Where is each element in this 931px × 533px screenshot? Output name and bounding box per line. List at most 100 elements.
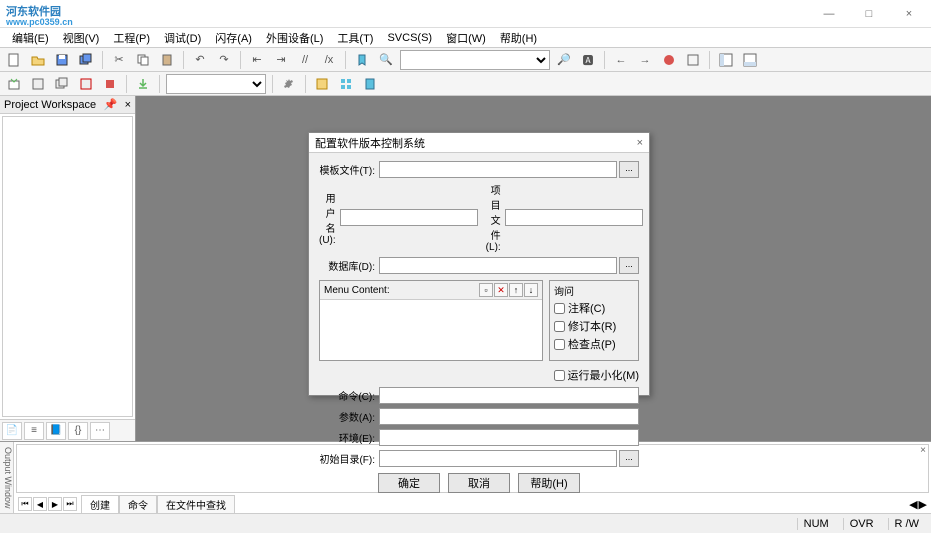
options-icon[interactable]	[279, 74, 299, 94]
output-tab-command[interactable]: 命令	[119, 495, 157, 513]
redo-icon[interactable]: ↷	[214, 50, 234, 70]
input-projfile[interactable]	[505, 209, 643, 226]
nav-back-icon[interactable]: ←	[611, 50, 631, 70]
out-scroll-right-icon[interactable]: ▶	[919, 498, 927, 511]
minimize-button[interactable]: —	[811, 2, 847, 26]
dialog-title: 配置软件版本控制系统	[315, 135, 425, 151]
label-menu-content: Menu Content:	[324, 285, 390, 296]
input-env[interactable]	[379, 429, 639, 446]
project-tree[interactable]	[2, 116, 133, 417]
out-nav-prev-icon[interactable]: ◀	[33, 497, 47, 511]
sidebar-pin-icon[interactable]: 📌	[103, 98, 117, 111]
browse-database-button[interactable]: ...	[619, 257, 639, 274]
input-params[interactable]	[379, 408, 639, 425]
find-in-files-icon[interactable]: 🔎	[554, 50, 574, 70]
debug-icon[interactable]	[659, 50, 679, 70]
comment-icon[interactable]: //	[295, 50, 315, 70]
window-output-icon[interactable]	[740, 50, 760, 70]
tab-files-icon[interactable]: 📄	[2, 422, 22, 440]
rebuild-icon[interactable]	[52, 74, 72, 94]
build-icon[interactable]	[28, 74, 48, 94]
file-ext-icon[interactable]	[312, 74, 332, 94]
mc-up-icon[interactable]: ↑	[509, 283, 523, 297]
mc-new-icon[interactable]: ▫	[479, 283, 493, 297]
input-command[interactable]	[379, 387, 639, 404]
input-initdir[interactable]	[379, 450, 617, 467]
label-initdir: 初始目录(F):	[319, 451, 379, 466]
menu-debug[interactable]: 调试(D)	[158, 28, 207, 48]
save-all-icon[interactable]	[76, 50, 96, 70]
menu-project[interactable]: 工程(P)	[107, 28, 156, 48]
menu-flash[interactable]: 闪存(A)	[209, 28, 258, 48]
find-combo[interactable]	[400, 50, 550, 70]
nav-forward-icon[interactable]: →	[635, 50, 655, 70]
open-file-icon[interactable]	[28, 50, 48, 70]
undo-icon[interactable]: ↶	[190, 50, 210, 70]
target-combo[interactable]	[166, 74, 266, 94]
checkbox-comment[interactable]	[554, 303, 565, 314]
browse-initdir-button[interactable]: ...	[619, 450, 639, 467]
menu-edit[interactable]: 编辑(E)	[6, 28, 55, 48]
indent-left-icon[interactable]: ⇤	[247, 50, 267, 70]
input-database[interactable]	[379, 257, 617, 274]
menu-help[interactable]: 帮助(H)	[494, 28, 543, 48]
build-target-icon[interactable]	[4, 74, 24, 94]
query-group: 询问 注释(C) 修订本(R) 检查点(P)	[549, 280, 639, 361]
tab-books-icon[interactable]: 📘	[46, 422, 66, 440]
input-username[interactable]	[340, 209, 478, 226]
label-database: 数据库(D):	[319, 258, 379, 273]
mc-delete-icon[interactable]: ✕	[494, 283, 508, 297]
menu-content-list[interactable]	[320, 300, 542, 360]
menu-view[interactable]: 视图(V)	[57, 28, 106, 48]
label-query: 询问	[554, 283, 634, 298]
new-file-icon[interactable]	[4, 50, 24, 70]
out-nav-first-icon[interactable]: ⏮	[18, 497, 32, 511]
browse-template-button[interactable]: ...	[619, 161, 639, 178]
out-nav-last-icon[interactable]: ⏭	[63, 497, 77, 511]
find-icon[interactable]: 🔍	[376, 50, 396, 70]
dialog-close-button[interactable]: ×	[637, 137, 643, 149]
window-project-icon[interactable]	[716, 50, 736, 70]
cut-icon[interactable]: ✂	[109, 50, 129, 70]
out-scroll-left-icon[interactable]: ◀	[909, 498, 917, 511]
watermark: 河东软件园 www.pc0359.cn	[6, 2, 73, 27]
menu-svcs[interactable]: SVCS(S)	[381, 30, 438, 46]
build-all-icon[interactable]	[76, 74, 96, 94]
tab-regs-icon[interactable]: ≡	[24, 422, 44, 440]
checkbox-revision[interactable]	[554, 321, 565, 332]
input-template[interactable]	[379, 161, 617, 178]
menu-peripherals[interactable]: 外围设备(L)	[260, 28, 329, 48]
checkbox-run-minimized[interactable]	[554, 370, 565, 381]
ok-button[interactable]: 确定	[378, 473, 440, 493]
project-workspace-panel: Project Workspace 📌 × 📄 ≡ 📘 {} ⋯	[0, 96, 136, 441]
copy-icon[interactable]	[133, 50, 153, 70]
output-tab-findinfiles[interactable]: 在文件中查找	[157, 495, 235, 513]
mc-down-icon[interactable]: ↓	[524, 283, 538, 297]
stop-build-icon[interactable]	[100, 74, 120, 94]
output-label: Output Window	[0, 442, 14, 513]
paste-icon[interactable]	[157, 50, 177, 70]
indent-right-icon[interactable]: ⇥	[271, 50, 291, 70]
tab-templates-icon[interactable]: ⋯	[90, 422, 110, 440]
bookmark-icon[interactable]	[352, 50, 372, 70]
output-tab-build[interactable]: 创建	[81, 495, 119, 513]
manage-icon[interactable]	[336, 74, 356, 94]
incremental-find-icon[interactable]: 🅰	[578, 50, 598, 70]
breakpoint-icon[interactable]	[683, 50, 703, 70]
download-icon[interactable]	[133, 74, 153, 94]
uncomment-icon[interactable]: /x	[319, 50, 339, 70]
close-button[interactable]: ×	[891, 2, 927, 26]
menu-tools[interactable]: 工具(T)	[331, 28, 379, 48]
save-icon[interactable]	[52, 50, 72, 70]
book-icon[interactable]	[360, 74, 380, 94]
tab-functions-icon[interactable]: {}	[68, 422, 88, 440]
out-nav-next-icon[interactable]: ▶	[48, 497, 62, 511]
maximize-button[interactable]: □	[851, 2, 887, 26]
sidebar-close-icon[interactable]: ×	[125, 99, 131, 111]
output-close-icon[interactable]: ×	[920, 445, 926, 456]
status-ovr: OVR	[843, 518, 880, 530]
help-button[interactable]: 帮助(H)	[518, 473, 580, 493]
cancel-button[interactable]: 取消	[448, 473, 510, 493]
checkbox-checkpoint[interactable]	[554, 339, 565, 350]
menu-window[interactable]: 窗口(W)	[440, 28, 492, 48]
